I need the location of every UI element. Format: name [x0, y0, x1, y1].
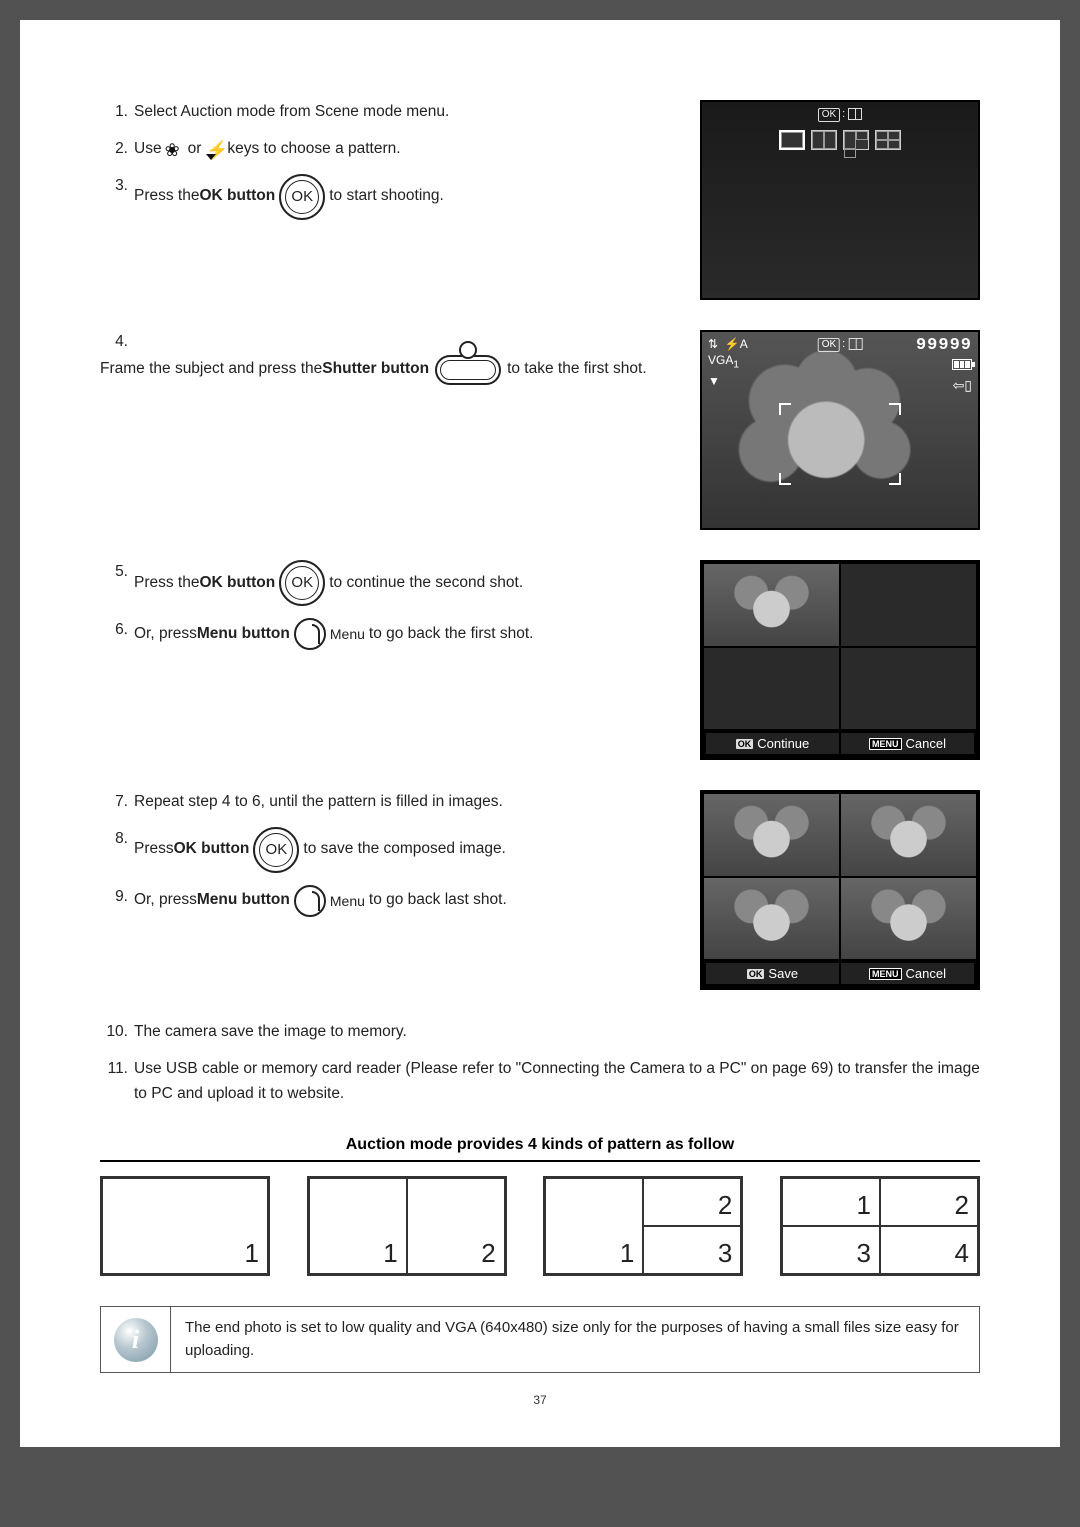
- step-1: 1. Select Auction mode from Scene mode m…: [100, 100, 670, 125]
- step-2: 2. Use or keys to choose a pattern.: [100, 137, 670, 162]
- macro-icon: [165, 140, 185, 158]
- page-number: 37: [100, 1393, 980, 1407]
- pattern-3: 1 2 3: [543, 1176, 743, 1276]
- manual-page: 1. Select Auction mode from Scene mode m…: [20, 20, 1060, 1447]
- ok-button-icon: OK: [279, 560, 325, 606]
- step-7: 7. Repeat step 4 to 6, until the pattern…: [100, 790, 670, 815]
- hud-top-right: 99999 ⇦▯: [916, 336, 972, 394]
- sd-card-icon: ⇦▯: [916, 377, 972, 394]
- step-9: 9. Or, press Menu button Menu to go back…: [100, 885, 670, 917]
- step-8: 8. Press OK button OK to save the compos…: [100, 827, 670, 873]
- screen-live-view: ⇅ ⚡A VGA1 ▼ OK: 99999 ⇦▯: [700, 330, 980, 530]
- flash-icon: [204, 140, 224, 158]
- battery-icon: [952, 359, 972, 370]
- pattern-4: 12 34: [780, 1176, 980, 1276]
- ok-button-icon: OK: [253, 827, 299, 873]
- step-6: 6. Or, press Menu button Menu to go back…: [100, 618, 670, 650]
- note-text: The end photo is set to low quality and …: [171, 1307, 979, 1372]
- info-icon: i: [114, 1318, 158, 1362]
- menu-button-icon: [294, 885, 326, 917]
- hud-top-center: OK:: [818, 338, 863, 352]
- menu-button-icon: [294, 618, 326, 650]
- screen-save: OKSave MENUCancel: [700, 790, 980, 990]
- screen-pattern-select: OK:: [700, 100, 980, 300]
- pattern-title: Auction mode provides 4 kinds of pattern…: [100, 1136, 980, 1162]
- step-4: 4. Frame the subject and press the Shutt…: [100, 330, 670, 385]
- pattern-2: 12: [307, 1176, 507, 1276]
- ok-button-icon: OK: [279, 174, 325, 220]
- step-11: 11. Use USB cable or memory card reader …: [100, 1057, 980, 1107]
- pattern-row: 1 12 1 2 3 12 34: [100, 1176, 980, 1276]
- pattern-1: 1: [100, 1176, 270, 1276]
- step-10: 10. The camera save the image to memory.: [100, 1020, 980, 1045]
- screen-continue: OKContinue MENUCancel: [700, 560, 980, 760]
- step-3: 3. Press the OK button OK to start shoot…: [100, 174, 670, 220]
- step-5: 5. Press the OK button OK to continue th…: [100, 560, 670, 606]
- note-box: i The end photo is set to low quality an…: [100, 1306, 980, 1373]
- hud-top-left: ⇅ ⚡A VGA1 ▼: [708, 336, 748, 389]
- shutter-button-icon: [435, 355, 501, 385]
